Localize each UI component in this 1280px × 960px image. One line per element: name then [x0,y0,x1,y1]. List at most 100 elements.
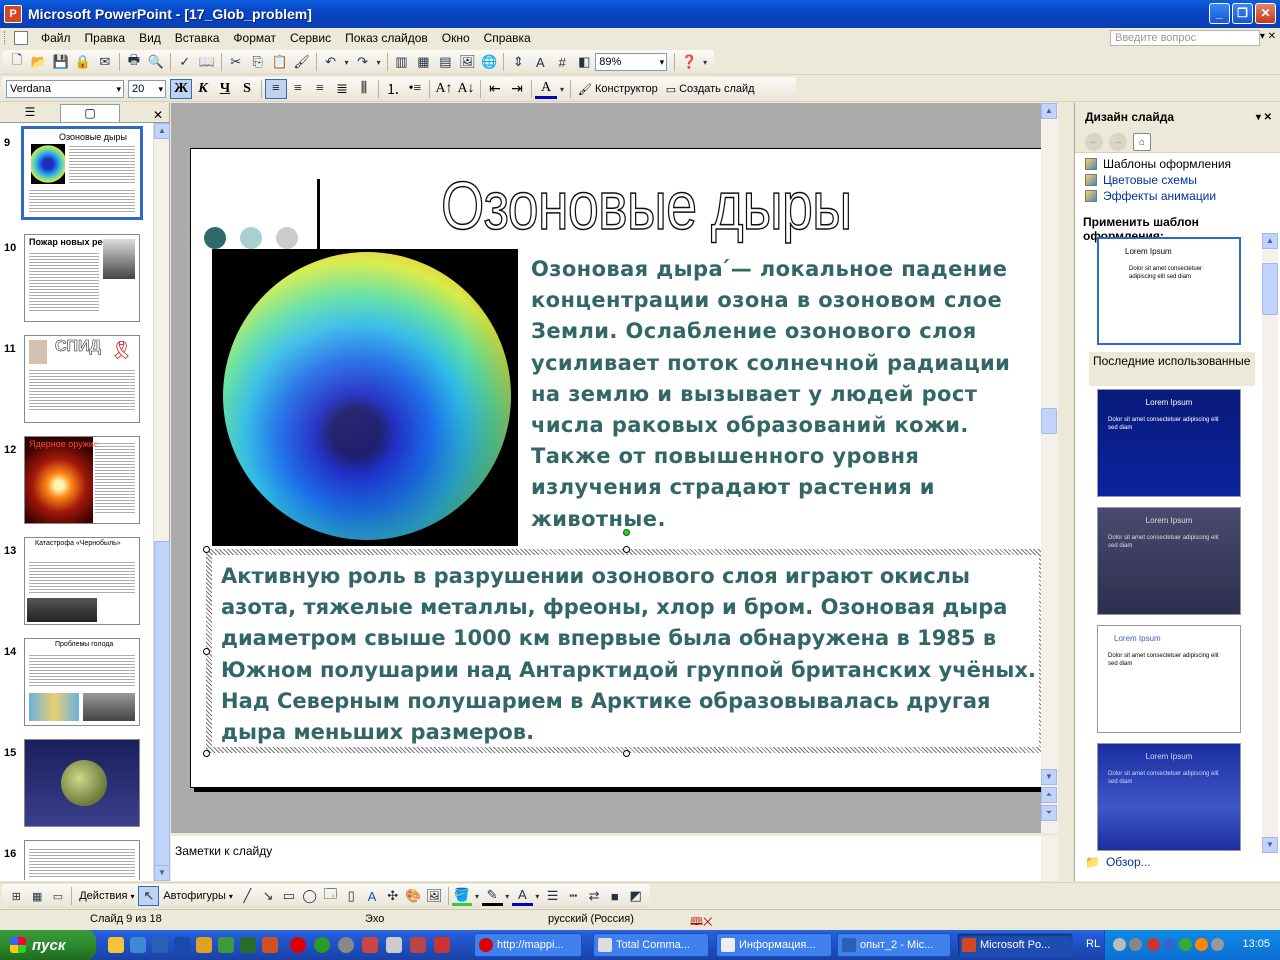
slide-title[interactable]: Озоновые дыры [440,167,852,245]
taskbar-item-powerpoint[interactable]: Microsoft Po... [957,933,1073,957]
3d-style-icon[interactable]: ◩ [625,886,646,906]
font-color-icon[interactable]: A [535,79,557,99]
arrow-style-icon[interactable]: ⇄ [584,886,605,906]
animation-schemes-link[interactable]: Эффекты анимации [1085,189,1216,203]
oval-icon[interactable]: ◯ [299,886,320,906]
select-pointer-icon[interactable]: ↖ [138,886,160,906]
task-pane-close-icon[interactable]: ▾ ✕ [1256,112,1272,123]
next-slide-icon[interactable]: ⏷ [1041,805,1057,821]
color-grayscale-icon[interactable]: ◧ [573,52,595,72]
designer-button[interactable]: 🖌 Конструктор [574,83,662,96]
slide-thumbnail-row[interactable]: 11 СПИД 🎗 [0,335,152,431]
toolbar-grip[interactable] [4,31,8,45]
close-icon[interactable]: ✕ [153,108,163,122]
quicklaunch-opera-icon[interactable] [290,937,306,953]
quicklaunch-ie-icon[interactable] [152,937,168,953]
numbering-icon[interactable]: ⒈ [382,79,404,99]
slide-thumbnail-row[interactable]: 9 Озоновые дыры [0,126,152,225]
ask-question-input[interactable]: Введите вопрос [1110,30,1260,46]
slide-thumbnail[interactable] [24,840,140,880]
decrease-indent-icon[interactable]: ⇤ [484,79,506,99]
wordart-icon[interactable]: A [362,886,383,906]
increase-font-icon[interactable]: A↑ [433,79,455,99]
notes-scrollbar[interactable] [1041,836,1058,881]
scroll-down-icon[interactable]: ▼ [1041,769,1057,785]
align-right-icon[interactable]: ≡ [309,79,331,99]
slide-canvas[interactable]: Озоновые дыры Озоновая дыра ́— локальное… [190,148,1042,788]
quicklaunch-excel-icon[interactable] [240,937,256,953]
previous-slide-icon[interactable]: ⏶ [1041,787,1057,803]
cut-icon[interactable]: ✂ [225,52,247,72]
scroll-up-icon[interactable]: ▲ [1041,103,1057,119]
quicklaunch-desktop-icon[interactable] [130,937,146,953]
quicklaunch-tool-icon[interactable] [196,937,212,953]
arrow-icon[interactable]: ↘ [258,886,279,906]
decrease-font-icon[interactable]: A↓ [455,79,477,99]
tray-bluetooth-icon[interactable] [1163,938,1176,951]
slide-thumbnail-row[interactable]: 13 Катастрофа «Чернобыль» [0,537,152,633]
line-color-dropdown-icon[interactable]: ▾ [503,886,512,906]
scroll-up-icon[interactable]: ▲ [154,123,170,139]
menu-format[interactable]: Формат [226,31,283,45]
slide-text-paragraph-2[interactable]: Активную роль в разрушении озонового сло… [221,561,1039,748]
resize-handle[interactable] [203,750,210,757]
scroll-down-icon[interactable]: ▼ [1262,837,1278,853]
zoom-select[interactable]: 89% ▾ [595,53,668,71]
picture-icon[interactable]: 🖼 [424,886,445,906]
email-icon[interactable]: ✉ [94,52,116,72]
tray-antivirus-icon[interactable] [1147,938,1160,951]
research-icon[interactable]: 📖 [196,52,218,72]
notes-placeholder[interactable]: Заметки к слайду [175,844,272,858]
dash-style-icon[interactable]: ┅ [563,886,584,906]
permission-icon[interactable]: 🔒 [72,52,94,72]
line-style-icon[interactable]: ☰ [542,886,563,906]
slide-thumbnail-row[interactable]: 16 [0,840,152,880]
start-button[interactable]: пуск [0,930,96,960]
forward-icon[interactable]: → [1109,132,1127,151]
rectangle-icon[interactable]: ▭ [278,886,299,906]
new-slide-button[interactable]: ▭ Создать слайд [662,83,759,96]
quicklaunch-explorer-icon[interactable] [386,937,402,953]
taskbar-item-info[interactable]: Информация... [716,933,832,957]
save-icon[interactable]: 💾 [50,52,72,72]
taskbar-item-word[interactable]: опыт_2 - Mic... [837,933,951,957]
undo-icon[interactable]: ↶ [320,52,342,72]
insert-chart-icon[interactable]: ▥ [391,52,413,72]
underline-button[interactable]: Ч [214,79,236,99]
slide-thumbnail-row[interactable]: 12 Ядерное оружие [0,436,152,532]
tray-update-icon[interactable] [1195,938,1208,951]
quicklaunch-app-icon[interactable] [218,937,234,953]
quicklaunch-word-icon[interactable] [174,937,190,953]
menu-insert[interactable]: Вставка [168,31,227,45]
menu-tools[interactable]: Сервис [283,31,338,45]
scroll-down-icon[interactable]: ▼ [154,865,170,881]
shadow-button[interactable]: S [236,79,258,99]
quicklaunch-pdf-icon[interactable] [362,937,378,953]
font-color-icon[interactable]: A [511,886,533,906]
ozone-globe-image[interactable] [212,249,518,546]
scroll-thumb[interactable] [1262,263,1278,315]
template-default[interactable]: Lorem Ipsum Dolor sit amet consectetuer … [1097,237,1241,345]
menu-window[interactable]: Окно [435,31,477,45]
design-templates-link[interactable]: Шаблоны оформления [1085,157,1231,171]
menu-help[interactable]: Справка [477,31,538,45]
quicklaunch-torrent-icon[interactable] [314,937,330,953]
language-indicator[interactable]: RL [1086,938,1100,950]
tray-security-icon[interactable] [1179,938,1192,951]
menu-file[interactable]: Файл [34,31,78,45]
resize-handle[interactable] [203,648,210,655]
slide-thumbnail[interactable]: Проблемы голода [24,638,140,726]
task-pane-scrollbar[interactable]: ▲ ▼ [1262,233,1278,853]
bold-button[interactable]: Ж [170,79,192,99]
spelling-icon[interactable]: ✓ [174,52,196,72]
redo-dropdown-icon[interactable]: ▾ [374,52,384,72]
tab-slides[interactable]: ▢ [60,104,120,122]
tray-arrow-icon[interactable] [1113,938,1126,951]
slide-scrollbar[interactable]: ▲ ▼ ⏶ ⏷ [1041,103,1058,833]
quicklaunch-ppt-icon[interactable] [434,937,450,953]
insert-picture-icon[interactable]: 🖼 [456,52,478,72]
slide-thumbnail-row[interactable]: 14 Проблемы голода [0,638,152,734]
hyperlink-icon[interactable]: 🌐 [478,52,500,72]
quicklaunch-player-icon[interactable] [338,937,354,953]
template-sky[interactable]: Lorem Ipsum Dolor sit amet consectetuer … [1097,743,1241,851]
